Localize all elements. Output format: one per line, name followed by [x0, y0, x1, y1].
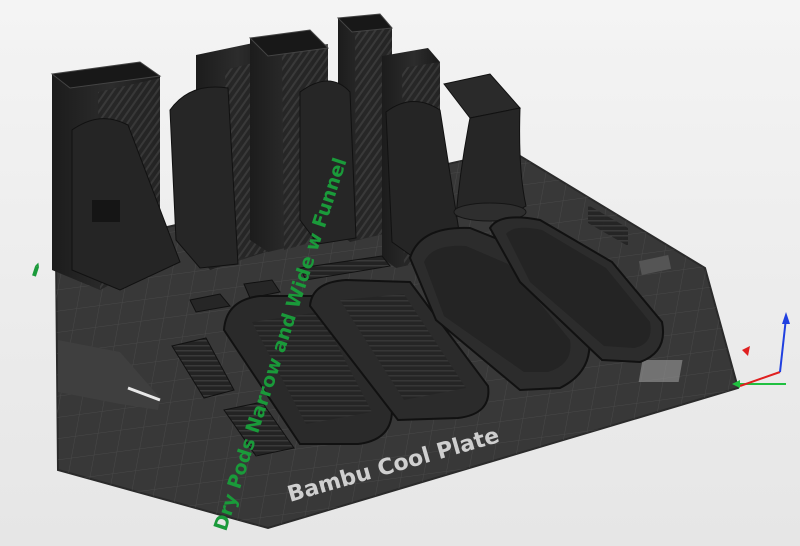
- x-axis-arrow: [742, 346, 750, 356]
- model-tall-pod-1[interactable]: [50, 61, 181, 291]
- axis-gizmo: [732, 312, 790, 388]
- pencil-icon[interactable]: [32, 262, 40, 277]
- z-axis-line: [779, 317, 787, 373]
- 3d-viewport[interactable]: Bambu Cool Plate Dry Pods Narrow and Wid…: [0, 0, 800, 546]
- z-axis-arrow: [782, 312, 790, 324]
- plate-origin-marker: [638, 360, 683, 382]
